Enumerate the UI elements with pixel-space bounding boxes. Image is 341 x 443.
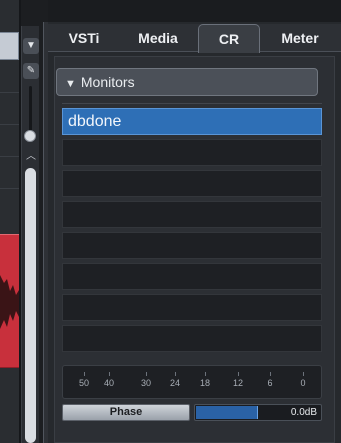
level-value: 0.0dB [290,407,317,418]
scale-tick [175,372,176,376]
tab-media[interactable]: Media [120,24,196,52]
zoom-track[interactable] [29,86,32,132]
scale-label: 30 [140,378,151,388]
phase-button[interactable]: Phase [62,404,190,421]
tab-vsti[interactable]: VSTi [52,24,116,52]
scale-label: 18 [199,378,210,388]
triangle-down-icon[interactable]: ▼ [23,38,39,54]
scale-label: 0 [300,378,306,388]
monitor-item[interactable] [62,294,322,321]
scale-tick [303,372,304,376]
meter-scale: 50 40 30 24 18 12 6 0 [62,365,322,399]
chevron-up-icon[interactable]: ︿ [24,151,38,163]
tab-meter[interactable]: Meter [262,24,338,52]
scale-label: 24 [169,378,180,388]
waveform-graphic [0,275,19,329]
monitor-item[interactable] [62,263,322,290]
lane-divider [0,92,19,93]
monitor-item[interactable] [62,325,322,352]
scale-tick [109,372,110,376]
monitor-item[interactable] [62,170,322,197]
zoom-slider-knob[interactable] [24,130,36,142]
scale-tick [205,372,206,376]
track-lane-header[interactable] [0,32,19,60]
tab-bar: VSTi Media CR Meter [48,24,341,53]
monitor-item[interactable] [62,139,322,166]
audio-event[interactable] [0,234,19,368]
output-level-field[interactable]: 0.0dB [194,404,322,421]
section-title: Monitors [80,74,135,90]
lane-divider [0,156,19,157]
scale-label: 50 [78,378,89,388]
scale-label: 6 [267,378,273,388]
triangle-down-icon: ▼ [65,78,76,90]
scale-tick [84,372,85,376]
tool-strip: ▼ ✎ ︿ [21,26,39,443]
monitors-section-header[interactable]: ▼ Monitors [56,68,318,96]
scale-tick [238,372,239,376]
zone-top-bar [48,0,341,22]
scale-label: 12 [232,378,243,388]
scale-label: 40 [103,378,114,388]
monitor-item[interactable] [62,201,322,228]
vertical-scrollbar-thumb[interactable] [25,168,36,443]
lane-divider [0,124,19,125]
project-strip [0,0,19,443]
monitor-item[interactable] [62,232,322,259]
pencil-icon[interactable]: ✎ [23,63,39,79]
monitor-item[interactable]: dbdone [62,108,322,135]
scale-tick [270,372,271,376]
right-zone: VSTi Media CR Meter ▼ Monitors dbdone 50 … [48,0,341,443]
tab-cr[interactable]: CR [198,24,260,53]
scale-tick [146,372,147,376]
divider [62,103,322,104]
lane-divider [0,188,19,189]
level-bar-fill [196,406,258,419]
